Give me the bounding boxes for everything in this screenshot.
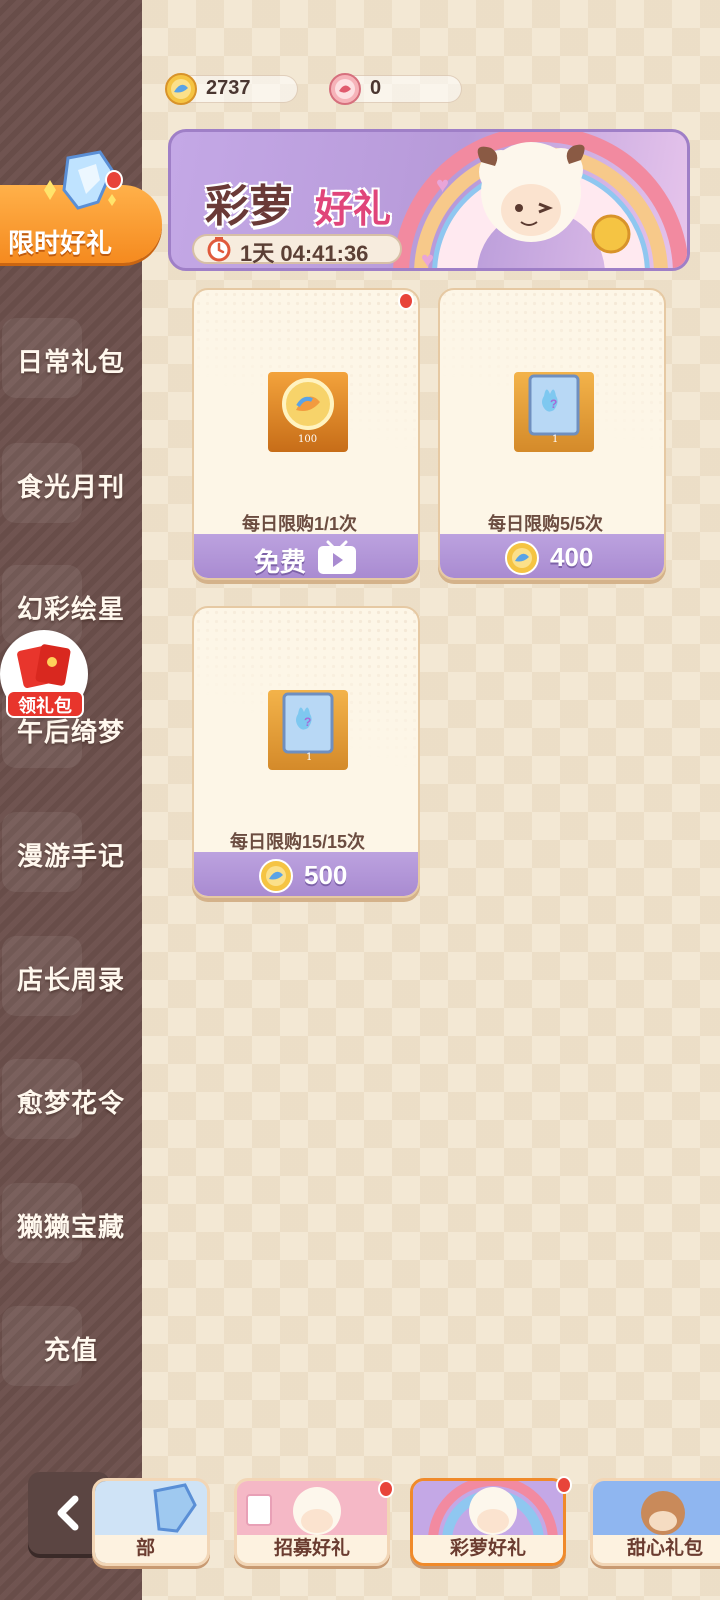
svg-text:♥: ♥ <box>421 247 434 271</box>
item-quantity: 1 <box>306 752 313 763</box>
bottom-tab-recruit[interactable]: 招募好礼 <box>234 1478 390 1566</box>
sidebar-item-daily-pack[interactable]: 日常礼包 <box>0 310 142 410</box>
price-label: 400 <box>550 542 594 572</box>
sidebar-item-label: 店长周录 <box>16 964 125 995</box>
limited-gift-icon <box>44 150 123 210</box>
bottom-tab-label: 部 <box>95 1535 207 1563</box>
notification-dot <box>398 292 414 310</box>
price-label: 免费 <box>254 547 307 577</box>
bottom-tab-active[interactable]: 彩萝好礼 <box>410 1478 566 1566</box>
svg-text:♥: ♥ <box>436 172 449 197</box>
sidebar-item-label: 幻彩绘星 <box>16 593 125 624</box>
sidebar-item-label: 日常礼包 <box>16 346 125 377</box>
sidebar-item-recharge[interactable]: 充值 <box>0 1298 142 1398</box>
banner-title: 彩萝 <box>205 182 293 231</box>
svg-text:?: ? <box>304 715 311 729</box>
bottom-tab-label: 彩萝好礼 <box>413 1535 563 1563</box>
bottom-tab-sweet[interactable]: 甜心礼包 <box>590 1478 720 1566</box>
notification-dot <box>378 1480 394 1498</box>
rainbow-sheep-thumbnail-icon <box>413 1481 563 1541</box>
otter-thumbnail-icon <box>593 1481 720 1541</box>
gold-coin-icon <box>259 859 293 893</box>
banner-title-accent: 好礼 <box>315 189 392 231</box>
bottom-tab-label: 招募好礼 <box>237 1535 387 1563</box>
gold-coin-icon <box>505 541 539 575</box>
sidebar-item-treasure[interactable]: 獭獭宝藏 <box>0 1175 142 1275</box>
sidebar-item-label: 限时好礼 <box>8 228 113 258</box>
purchase-limit: 每日限购15/15次 <box>230 832 366 852</box>
sidebar-item-monthly[interactable]: 食光月刊 <box>0 435 142 535</box>
sidebar-item-flower[interactable]: 愈梦花令 <box>0 1051 142 1151</box>
item-quantity: 100 <box>298 434 318 445</box>
sidebar-item-label: 食光月刊 <box>16 471 125 502</box>
sidebar-item-label: 充值 <box>43 1334 98 1365</box>
product-card[interactable]: ? 1 每日限购5/5次 400 <box>438 288 666 580</box>
chevron-left-icon <box>57 1495 79 1531</box>
product-card[interactable]: ? 1 每日限购15/15次 500 <box>192 606 420 898</box>
purchase-limit: 每日限购5/5次 <box>488 514 604 534</box>
sidebar-item-label: 漫游手记 <box>16 840 125 871</box>
redpack-label: 领礼包 <box>6 690 84 718</box>
bottom-tab[interactable]: 部 <box>92 1478 210 1566</box>
item-quantity: 1 <box>552 434 559 445</box>
sidebar-item-weekly[interactable]: 店长周录 <box>0 928 142 1028</box>
bottom-tab-label: 甜心礼包 <box>593 1535 720 1563</box>
sidebar-item-journal[interactable]: 漫游手记 <box>0 804 142 904</box>
pink-coin-icon <box>329 73 361 105</box>
svg-text:?: ? <box>550 397 557 411</box>
ticket-amount: 0 <box>370 77 382 99</box>
notification-dot <box>556 1476 572 1494</box>
tab-thumbnail-icon <box>95 1481 207 1541</box>
price-label: 500 <box>304 860 348 890</box>
alarm-clock-icon <box>207 237 231 262</box>
product-card[interactable]: 100 每日限购1/1次 免费 <box>192 288 420 580</box>
sheep-thumbnail-icon <box>237 1481 387 1541</box>
sidebar-item-label: 獭獭宝藏 <box>16 1211 125 1242</box>
countdown-text: 1天 04:41:36 <box>240 241 369 266</box>
sidebar-item-label: 愈梦花令 <box>16 1087 125 1118</box>
purchase-limit: 每日限购1/1次 <box>242 514 358 534</box>
video-ad-icon <box>318 540 356 574</box>
gold-coin-icon <box>165 73 197 105</box>
coin-amount: 2737 <box>206 77 251 99</box>
